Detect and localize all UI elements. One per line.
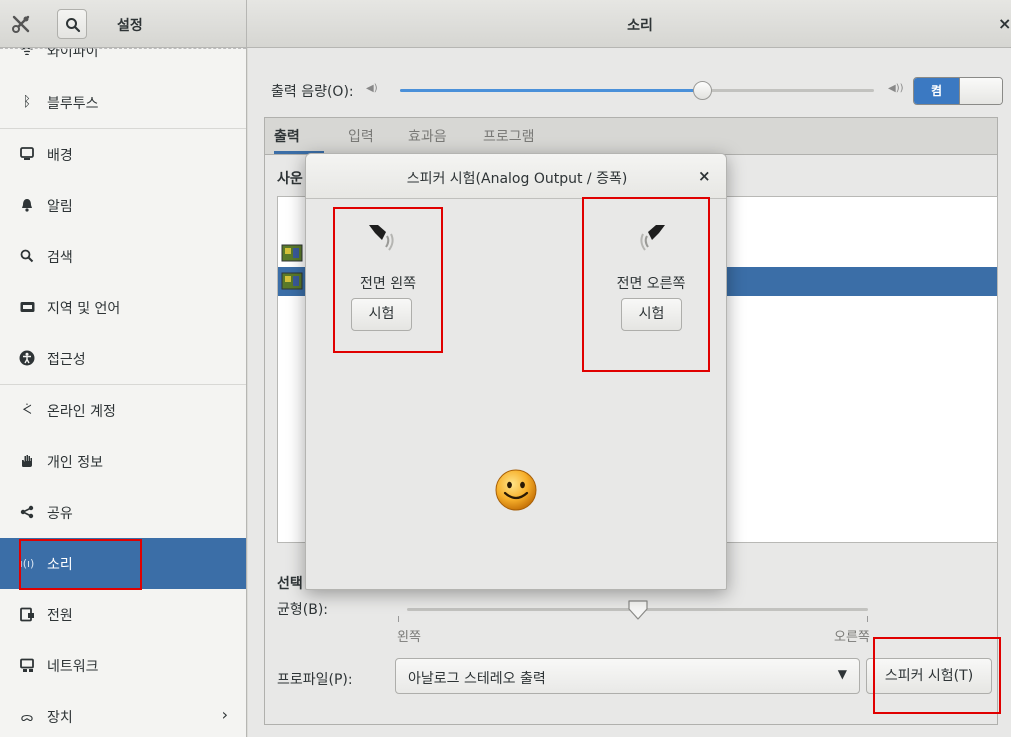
sidebar-item-search[interactable]: 검색	[0, 231, 246, 282]
sidebar-item-label: 장치	[47, 710, 73, 726]
profile-label: 프로파일(P):	[277, 672, 353, 688]
search-button[interactable]	[57, 9, 87, 39]
sidebar-item-power[interactable]: 전원	[0, 589, 246, 640]
sidebar-item-label: 네트워크	[47, 659, 99, 675]
display-icon	[18, 145, 36, 163]
balance-label: 균형(B):	[277, 602, 329, 618]
sidebar-item-region-language[interactable]: 지역 및 언어	[0, 282, 246, 333]
sound-card-icon	[281, 272, 303, 290]
balance-slider[interactable]	[407, 599, 868, 621]
devices-icon: ᯅ	[20, 709, 34, 724]
sidebar-item-online-accounts[interactable]: ᢵ 온라인 계정	[0, 385, 246, 436]
sidebar-item-label: 알림	[47, 199, 73, 215]
sidebar-item-label: 개인 정보	[47, 455, 103, 471]
output-volume-label: 출력 음량(O):	[271, 84, 354, 100]
sidebar-item-label: 와이파이	[47, 48, 99, 60]
wifi-icon: ᯤ	[20, 48, 34, 59]
sidebar-item-devices[interactable]: ᯅ 장치 ›	[0, 691, 246, 737]
online-accounts-icon: ᢵ	[22, 402, 32, 418]
dialog-header: 스피커 시험(Analog Output / 증폭) ×	[306, 154, 726, 199]
header-left: 설정	[0, 0, 247, 48]
balance-tick-left	[398, 616, 399, 622]
annotation-box-test-button	[873, 637, 1001, 714]
sidebar-item-background[interactable]: 배경	[0, 129, 246, 180]
profile-value: 아날로그 스테레오 출력	[408, 671, 546, 687]
slider-knob[interactable]	[627, 599, 649, 621]
dialog-close-button[interactable]: ×	[698, 167, 711, 185]
power-icon	[18, 605, 36, 623]
sidebar-item-label: 배경	[47, 148, 73, 164]
accessibility-icon	[18, 349, 36, 367]
slider-fill	[400, 89, 704, 92]
volume-low-icon: ◀)	[366, 83, 378, 94]
network-icon	[18, 656, 36, 674]
sidebar-item-accessibility[interactable]: 접근성	[0, 333, 246, 384]
settings-title: 설정	[117, 18, 143, 34]
tab-applications[interactable]: 프로그램	[483, 126, 535, 146]
sidebar-item-bluetooth[interactable]: ᛒ 블루투스	[0, 77, 246, 128]
balance-right-label: 오른쪽	[834, 630, 870, 645]
dialog-title: 스피커 시험(Analog Output / 증폭)	[406, 171, 628, 187]
sidebar-item-sharing[interactable]: 공유	[0, 487, 246, 538]
volume-toggle-switch[interactable]: 켬	[913, 77, 1003, 105]
sidebar-item-label: 전원	[47, 608, 73, 624]
sidebar-item-label: 블루투스	[47, 96, 99, 112]
balance-tick-right	[867, 616, 868, 622]
annotation-box-left-speaker	[333, 207, 443, 353]
bluetooth-icon: ᛒ	[22, 94, 32, 110]
sidebar: ᯤ 와이파이 ᛒ 블루투스 배경 알림 검색 지역 및 언어 접근성 ᢵ 온라인…	[0, 48, 247, 737]
volume-high-icon: ◀))	[888, 83, 904, 94]
hand-icon	[18, 452, 36, 470]
sidebar-item-label: 검색	[47, 250, 73, 266]
header-bar: 설정 소리 ×	[0, 0, 1011, 48]
sidebar-item-label: 공유	[47, 506, 73, 522]
scroll-edge	[0, 48, 246, 49]
chevron-down-icon: ▼	[837, 667, 847, 681]
share-icon	[18, 503, 36, 521]
balance-left-label: 왼쪽	[397, 630, 421, 645]
tab-input[interactable]: 입력	[348, 126, 374, 146]
sidebar-item-label: 지역 및 언어	[47, 301, 121, 317]
sound-tabs: 출력 입력 효과음 프로그램	[264, 117, 998, 155]
sidebar-item-wifi[interactable]: ᯤ 와이파이	[0, 48, 246, 76]
panel-title: 소리	[627, 18, 653, 34]
sidebar-item-notifications[interactable]: 알림	[0, 180, 246, 231]
device-section-heading: 사운	[277, 171, 303, 187]
toggle-handle	[959, 78, 1002, 104]
tools-icon	[12, 15, 30, 33]
search-icon	[18, 247, 36, 265]
chevron-right-icon: ›	[221, 705, 228, 724]
settings-section-heading: 선택	[277, 576, 303, 592]
bell-icon	[18, 196, 36, 214]
slider-knob[interactable]	[693, 81, 713, 100]
sidebar-item-label: 접근성	[47, 352, 86, 368]
sound-card-icon	[281, 244, 303, 262]
sidebar-item-privacy[interactable]: 개인 정보	[0, 436, 246, 487]
annotation-box-sound-item	[19, 539, 142, 590]
keyboard-icon	[18, 298, 36, 316]
window-close-button[interactable]: ×	[998, 14, 1011, 33]
tab-sound-effects[interactable]: 효과음	[408, 126, 447, 146]
sidebar-item-network[interactable]: 네트워크	[0, 640, 246, 691]
search-icon	[66, 18, 81, 33]
toggle-on-label: 켬	[914, 78, 959, 104]
profile-dropdown[interactable]: 아날로그 스테레오 출력 ▼	[395, 658, 860, 694]
tab-output[interactable]: 출력	[274, 126, 300, 146]
smiley-face-icon	[495, 469, 537, 511]
output-volume-slider[interactable]	[400, 80, 874, 102]
sidebar-item-label: 온라인 계정	[47, 404, 116, 420]
annotation-box-right-speaker	[582, 197, 710, 372]
